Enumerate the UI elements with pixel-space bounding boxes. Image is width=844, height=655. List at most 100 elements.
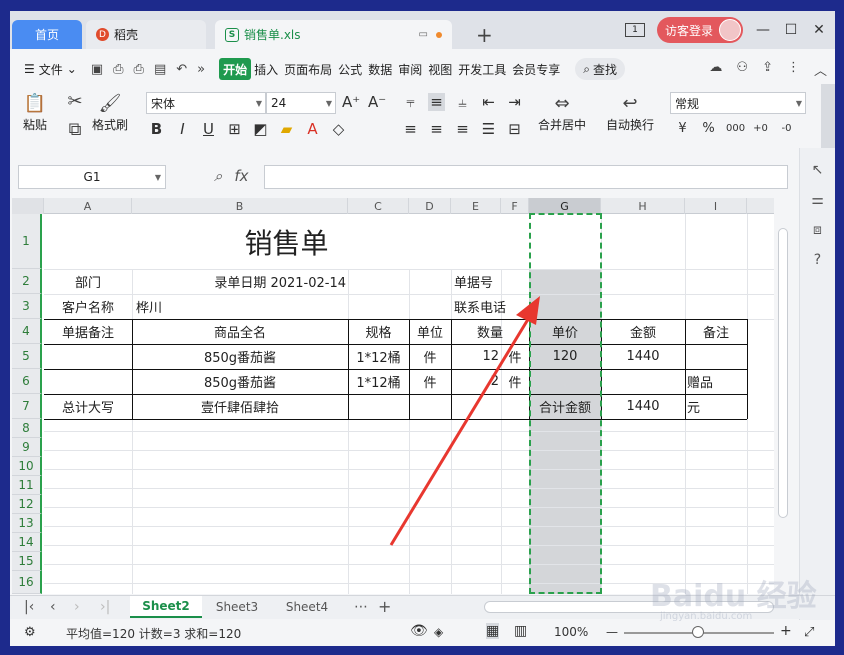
align-bottom-icon[interactable]: ⫨ bbox=[454, 93, 471, 111]
prev-sheet-icon[interactable]: ‹ bbox=[50, 599, 56, 615]
ribbon-scroll-handle[interactable] bbox=[821, 84, 835, 156]
underline-icon[interactable]: U bbox=[200, 120, 217, 138]
menu-data[interactable]: 数据 bbox=[365, 58, 395, 80]
macro-icon[interactable]: ⚙ bbox=[24, 625, 36, 640]
minimize-icon[interactable]: — bbox=[755, 22, 771, 38]
file-menu[interactable]: ☰ 文件 ⌄ bbox=[10, 61, 77, 78]
sheet-tab-sheet4[interactable]: Sheet4 bbox=[272, 596, 342, 618]
clear-format-icon[interactable]: ◇ bbox=[330, 120, 347, 138]
indent-increase-icon[interactable]: ⇥ bbox=[506, 93, 523, 111]
zoom-out-icon[interactable]: — bbox=[606, 625, 618, 639]
align-right-icon[interactable]: ≡ bbox=[454, 120, 471, 138]
merge-center-button[interactable]: ⇔ 合并居中 bbox=[538, 90, 586, 133]
more-sheets-icon[interactable]: ⋯ bbox=[354, 599, 368, 615]
guest-login-button[interactable]: 访客登录 bbox=[656, 17, 743, 43]
guest-login-label: 访客登录 bbox=[664, 23, 713, 38]
menu-member[interactable]: 会员专享 bbox=[509, 58, 563, 80]
export-pdf-icon[interactable]: ⎙ bbox=[113, 62, 123, 77]
border-icon[interactable]: ⊞ bbox=[226, 120, 243, 138]
search-button[interactable]: ⌕ 查找 bbox=[575, 58, 626, 80]
wrap-text-label: 自动换行 bbox=[606, 118, 655, 132]
increase-font-icon[interactable]: A⁺ bbox=[342, 93, 360, 111]
menu-formulas[interactable]: 公式 bbox=[335, 58, 365, 80]
cloud-icon[interactable]: ☁ bbox=[709, 60, 722, 79]
new-tab-button[interactable]: + bbox=[476, 23, 493, 47]
thousands-button[interactable]: 000 bbox=[726, 123, 745, 134]
indent-decrease-icon[interactable]: ⇤ bbox=[480, 93, 497, 111]
tab-file[interactable]: S 销售单.xls ▭ bbox=[215, 20, 452, 49]
sheet-grid[interactable]: A B C D E F G H I 1 2 3 4 5 6 7 8 9 10 1… bbox=[12, 198, 774, 594]
menu-review[interactable]: 审阅 bbox=[395, 58, 425, 80]
decrease-font-icon[interactable]: A⁻ bbox=[368, 93, 386, 111]
decimal-increase-button[interactable]: +0 bbox=[752, 123, 769, 134]
cut-button[interactable]: ✂ bbox=[62, 88, 88, 114]
menu-view[interactable]: 视图 bbox=[425, 58, 455, 80]
menu-page-layout[interactable]: 页面布局 bbox=[281, 58, 335, 80]
fx-icon[interactable]: fx bbox=[234, 167, 248, 185]
share-icon[interactable]: ⇪ bbox=[762, 60, 773, 79]
zoom-slider-knob[interactable] bbox=[692, 626, 704, 638]
fill-view-icon[interactable]: ◈ bbox=[434, 625, 443, 639]
menu-developer[interactable]: 开发工具 bbox=[455, 58, 509, 80]
sheet-tab-sheet2[interactable]: Sheet2 bbox=[130, 596, 202, 618]
print-icon[interactable]: ⎙ bbox=[134, 62, 144, 77]
align-center-icon[interactable]: ≡ bbox=[428, 120, 445, 138]
font-name-select[interactable]: 宋体 ▼ bbox=[146, 92, 266, 114]
zoom-in-icon[interactable]: + bbox=[780, 623, 792, 639]
close-icon[interactable]: ✕ bbox=[811, 22, 827, 38]
italic-icon[interactable]: I bbox=[174, 120, 191, 138]
add-sheet-button[interactable]: + bbox=[378, 597, 391, 616]
paste-button[interactable]: 📋 粘贴 bbox=[22, 90, 48, 133]
font-size-select[interactable]: 24 ▼ bbox=[266, 92, 336, 114]
first-sheet-icon[interactable]: |‹ bbox=[24, 599, 34, 615]
justify-icon[interactable]: ☰ bbox=[480, 120, 497, 138]
cursor-icon[interactable]: ↖ bbox=[800, 162, 835, 178]
menu-home[interactable]: 开始 bbox=[219, 58, 252, 80]
fullscreen-icon[interactable]: ⤢ bbox=[804, 625, 814, 640]
formula-input[interactable] bbox=[264, 165, 788, 189]
align-middle-icon[interactable]: ≡ bbox=[428, 93, 445, 111]
help-icon[interactable]: ? bbox=[800, 252, 835, 268]
vertical-scrollbar[interactable] bbox=[776, 198, 790, 594]
last-sheet-icon[interactable]: ›| bbox=[100, 599, 110, 615]
tab-home[interactable]: 首页 bbox=[12, 20, 82, 49]
decimal-decrease-button[interactable]: -0 bbox=[778, 123, 795, 134]
format-painter-button[interactable]: 🖌 格式刷 bbox=[92, 90, 128, 133]
crop-icon[interactable]: ⧈ bbox=[800, 222, 835, 238]
save-icon[interactable]: ▣ bbox=[91, 62, 103, 77]
more-options-icon[interactable]: ⋮ bbox=[787, 60, 800, 79]
vertical-align-row: ⫧ ≡ ⫨ ⇤ ⇥ bbox=[402, 93, 523, 111]
more-icon[interactable]: » bbox=[197, 62, 205, 77]
number-format-select[interactable]: 常规 ▼ bbox=[670, 92, 806, 114]
zoom-level[interactable]: 100% bbox=[554, 625, 588, 639]
copy-button[interactable]: ⧉ bbox=[62, 116, 88, 142]
adjust-icon[interactable]: ⚌ bbox=[800, 192, 835, 208]
align-top-icon[interactable]: ⫧ bbox=[402, 93, 419, 111]
collapse-ribbon-icon[interactable]: ︿ bbox=[814, 60, 827, 79]
eye-protect-icon[interactable]: 👁 bbox=[410, 623, 428, 639]
maximize-icon[interactable]: ☐ bbox=[783, 22, 799, 38]
sheet-tab-sheet3[interactable]: Sheet3 bbox=[202, 596, 272, 618]
fill-style-icon[interactable]: ◩ bbox=[252, 120, 269, 138]
distribute-icon[interactable]: ⊟ bbox=[506, 120, 523, 138]
align-left-icon[interactable]: ≡ bbox=[402, 120, 419, 138]
bold-icon[interactable]: B bbox=[148, 120, 165, 138]
font-color-icon[interactable]: A bbox=[304, 120, 321, 138]
currency-icon[interactable]: ¥ bbox=[674, 121, 691, 136]
next-sheet-icon[interactable]: › bbox=[74, 599, 80, 615]
page-layout-view-icon[interactable]: ▥ bbox=[514, 623, 527, 639]
menu-insert[interactable]: 插入 bbox=[251, 58, 281, 80]
preview-icon[interactable]: ▤ bbox=[154, 62, 166, 77]
normal-view-icon[interactable]: ▦ bbox=[486, 623, 500, 639]
font-name-value: 宋体 bbox=[151, 96, 176, 111]
zoom-search-icon[interactable]: ⌕ bbox=[214, 167, 222, 185]
tab-daoke[interactable]: D 稻壳 bbox=[86, 20, 206, 49]
name-box[interactable]: G1 ▼ bbox=[18, 165, 166, 189]
undo-icon[interactable]: ↶ bbox=[176, 62, 187, 77]
percent-button[interactable]: % bbox=[700, 121, 717, 136]
share-user-icon[interactable]: ⚇ bbox=[736, 60, 748, 79]
wrap-text-button[interactable]: ↩ 自动换行 bbox=[606, 90, 654, 133]
fill-color-icon[interactable]: ▰ bbox=[278, 120, 295, 138]
window-count-icon[interactable]: 1 bbox=[624, 23, 645, 37]
vertical-scroll-thumb[interactable] bbox=[778, 228, 788, 518]
